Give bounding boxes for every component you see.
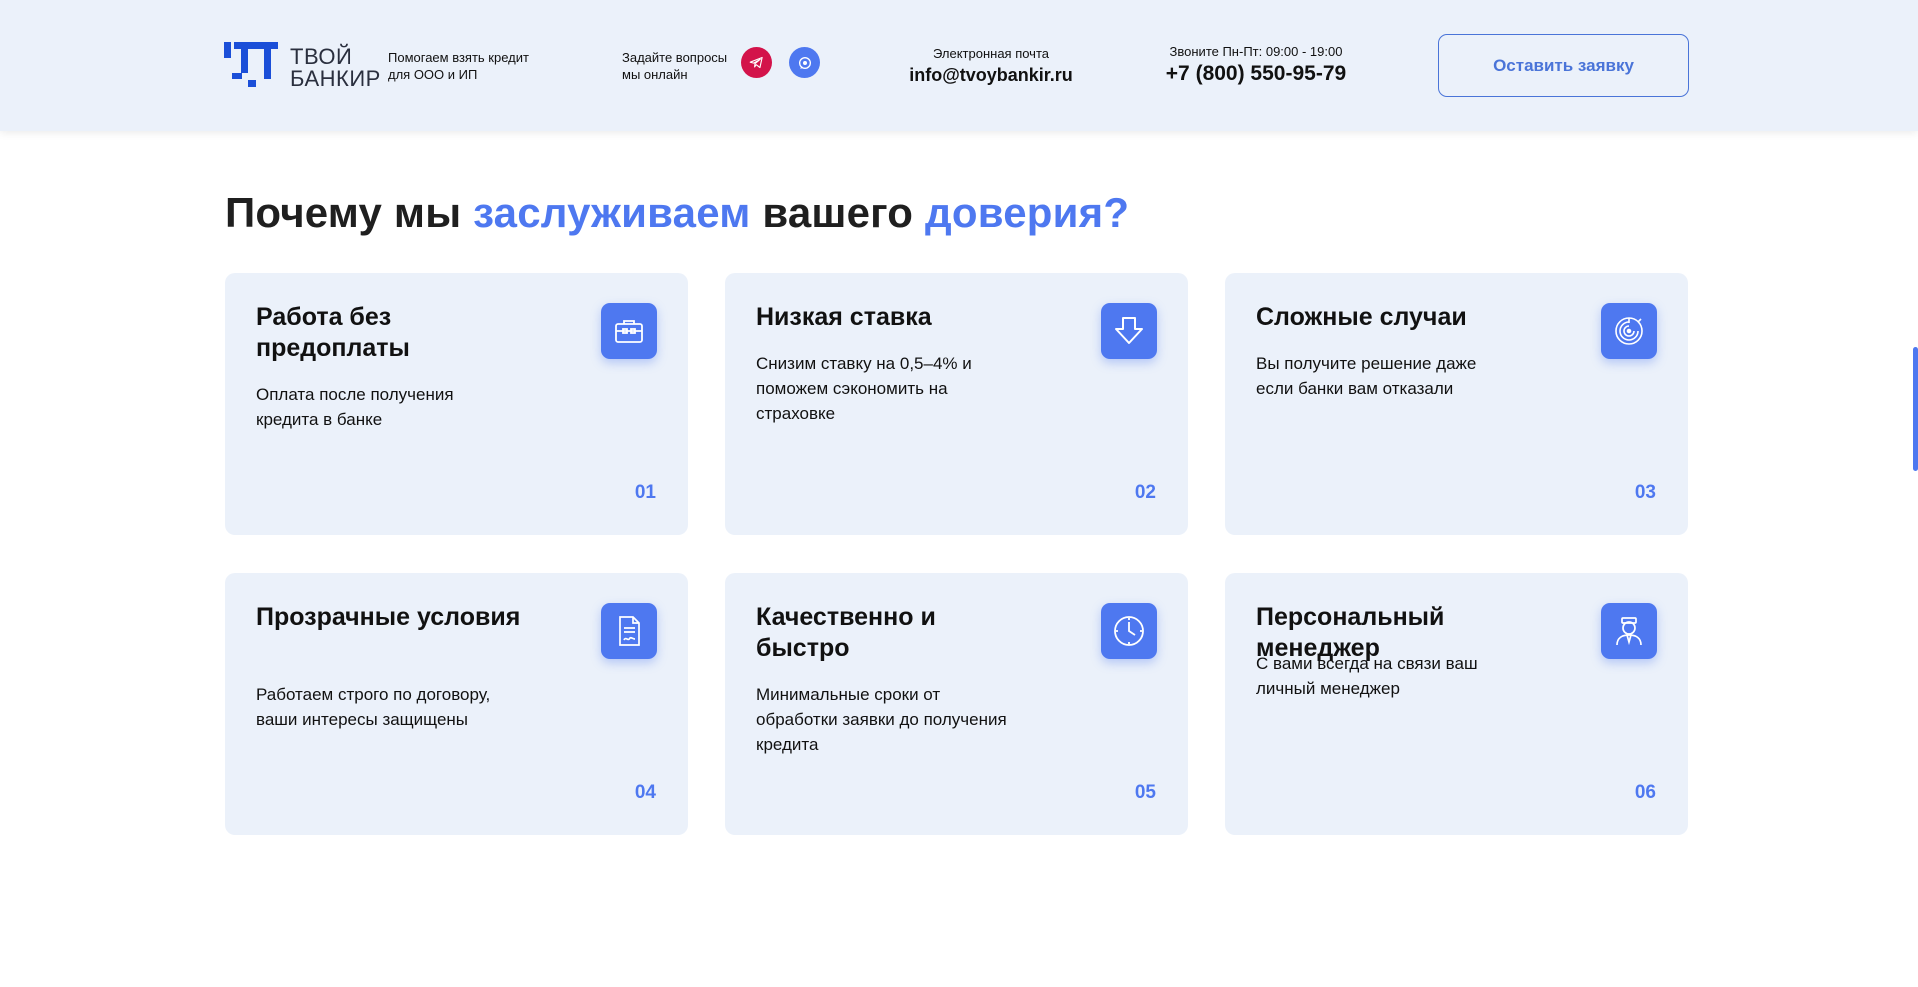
card-description: Оплата после получения кредита в банке	[256, 385, 454, 429]
email-label: Электронная почта	[932, 46, 1049, 61]
card-title: Качественно и быстро	[756, 603, 936, 662]
telegram-button[interactable]	[741, 47, 772, 78]
card-number: 03	[1634, 482, 1656, 503]
contract-icon	[601, 603, 657, 659]
card-description: Минимальные сроки от обработки заявки до…	[756, 685, 1007, 754]
title-accent-2: доверия?	[925, 189, 1130, 236]
card-title: Прозрачные условия	[256, 603, 521, 631]
card-title: Сложные случаи	[1256, 303, 1467, 331]
phone-block: Звоните Пн-Пт: 09:00 - 19:00 +7 (800) 55…	[1150, 44, 1362, 86]
feature-card: Низкая ставка Снизим ставку на 0,5–4% и …	[725, 273, 1188, 535]
ask-line-2: мы онлайн	[622, 67, 688, 82]
card-title: Низкая ставка	[756, 303, 932, 331]
briefcase-icon	[601, 303, 657, 359]
card-number: 01	[634, 482, 656, 503]
title-part-1: Почему мы	[225, 189, 474, 236]
whatsapp-icon	[798, 56, 811, 69]
whatsapp-button[interactable]	[789, 47, 820, 78]
ask-line-1: Задайте вопросы	[622, 50, 728, 65]
card-description: Работаем строго по договору, ваши интере…	[256, 685, 491, 729]
submit-request-button[interactable]: Оставить заявку	[1438, 34, 1689, 97]
scrollbar-thumb[interactable]	[1913, 347, 1918, 471]
section-title: Почему мы заслуживаем вашего доверия?	[225, 189, 1129, 237]
site-header: ТВОЙ БАНКИР Помогаем взять кредит для ОО…	[0, 0, 1918, 131]
logo-text: ТВОЙ БАНКИР	[290, 46, 381, 90]
feature-card: Работа без предоплаты Оплата после получ…	[225, 273, 688, 535]
feature-card: Качественно и быстро Минимальные сроки о…	[725, 573, 1188, 835]
logo-mark-icon	[224, 42, 278, 87]
tagline: Помогаем взять кредит для ООО и ИП	[388, 49, 529, 83]
feature-card: Сложные случаи Вы получите решение даже …	[1225, 273, 1688, 535]
card-description: С вами всегда на связи ваш личный менедж…	[1256, 654, 1478, 698]
card-number: 06	[1634, 782, 1656, 803]
telegram-icon	[749, 56, 763, 69]
title-part-2: вашего	[750, 189, 926, 236]
card-number: 04	[634, 782, 656, 803]
card-number: 02	[1134, 482, 1156, 503]
card-description: Снизим ставку на 0,5–4% и поможем сэконо…	[756, 354, 972, 423]
logo[interactable]: ТВОЙ БАНКИР	[224, 40, 380, 90]
feature-card: Прозрачные условия Работаем строго по до…	[225, 573, 688, 835]
tagline-line-2: для ООО и ИП	[388, 67, 478, 82]
card-description: Вы получите решение даже если банки вам …	[1256, 354, 1477, 398]
card-number: 05	[1134, 782, 1156, 803]
logo-line-2: БАНКИР	[290, 66, 381, 91]
email-link[interactable]: info@tvoybankir.ru	[896, 65, 1086, 86]
phone-link[interactable]: +7 (800) 550-95-79	[1150, 62, 1362, 86]
tagline-line-1: Помогаем взять кредит	[388, 50, 529, 65]
title-accent-1: заслуживаем	[473, 189, 751, 236]
arrow-down-icon	[1101, 303, 1157, 359]
phone-hours-label: Звоните Пн-Пт: 09:00 - 19:00	[1169, 44, 1343, 59]
ask-online-text: Задайте вопросы мы онлайн	[622, 49, 727, 83]
manager-icon	[1601, 603, 1657, 659]
feature-card: Персональный менеджер С вами всегда на с…	[1225, 573, 1688, 835]
clock-icon	[1101, 603, 1157, 659]
logo-line-1: ТВОЙ	[290, 44, 353, 69]
card-title: Работа без предоплаты	[256, 303, 410, 362]
maze-icon	[1601, 303, 1657, 359]
email-block: Электронная почта info@tvoybankir.ru	[896, 46, 1086, 86]
